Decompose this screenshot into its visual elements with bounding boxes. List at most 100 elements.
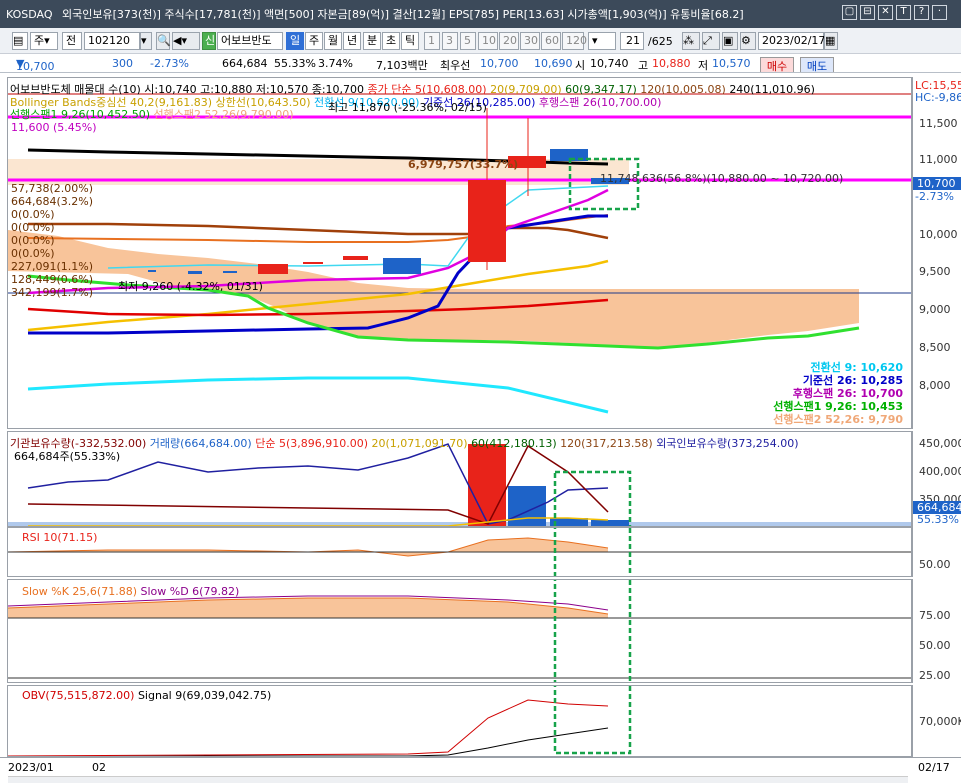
low-label: 저 (698, 59, 709, 72)
candle (223, 271, 237, 273)
rsi-scale[interactable]: 50.00 (912, 527, 961, 577)
quote-line: 10,700 ▼ 300 -2.73% 664,684 55.33% 3.74% … (0, 54, 961, 73)
period-minute[interactable]: 분 (363, 32, 381, 50)
chart-toolbar: ▤ 주▾ 전 102120 ▾ 🔍 ◀▾ 신 어보브반도 일 주 월 년 분 초… (0, 28, 961, 54)
text-icon[interactable]: T (896, 5, 911, 20)
volume-current-pct: 55.33% (917, 513, 959, 526)
buy-button[interactable]: 매수 (760, 57, 794, 72)
volume-pane[interactable]: 기관보유수량(-332,532.00) 거래량(664,684.00) 단순 5… (7, 431, 912, 527)
search-icon[interactable]: 🔍 (156, 32, 171, 50)
stock-code-input[interactable]: 102120 (84, 32, 140, 50)
close-icon[interactable]: ✕ (878, 5, 893, 20)
vp-label: 664,684(3.2%) (11, 195, 94, 208)
price-legend-3: 선행스팬1 9,26(10,452.50) 선행스팬2 52,26(9,790.… (10, 108, 294, 121)
candle (188, 271, 202, 274)
summary-base: 기준선 26: 10,285 (802, 374, 903, 387)
low-value: 10,570 (712, 57, 751, 70)
best-bid: 10,690 (534, 57, 573, 70)
period-day[interactable]: 일 (286, 32, 304, 50)
code-dropdown-icon[interactable]: ▾ (140, 32, 152, 50)
interval-1[interactable]: 1 (424, 32, 440, 50)
candle (258, 264, 288, 274)
y-tick: 25.00 (919, 669, 951, 682)
more-icon[interactable]: · (932, 5, 947, 20)
price-pane[interactable]: 어보브반도체 매물대 수(10) 시:10,740 고:10,880 저:10,… (7, 77, 912, 429)
obv-pane[interactable]: OBV(75,515,872.00) Signal 9(69,039,042.7… (7, 685, 912, 757)
interval-10[interactable]: 10 (478, 32, 498, 50)
volume-bar (468, 444, 506, 526)
market-label: KOSDAQ (6, 8, 53, 21)
save-icon[interactable]: ▣ (722, 32, 738, 50)
y-tick: 9,500 (919, 265, 951, 278)
highlight-box (553, 686, 632, 755)
volume-scale[interactable]: 450,000 400,000 350,000 664,684 55.33% (912, 431, 961, 527)
credit-badge: 신 (202, 32, 216, 50)
volume-profile-current: 11,748,636(56.8%)(10,880.00 ~ 10,720.00) (600, 172, 844, 185)
stochastic-pane[interactable]: Slow %K 25,6(71.88) Slow %D 6(79.82) (7, 579, 912, 683)
vp-label: 0(0.0%) (11, 247, 55, 260)
date-input[interactable]: 2023/02/17 (758, 32, 825, 50)
volume-bar (591, 520, 629, 526)
gear-icon[interactable]: ⚙ (740, 32, 756, 50)
date-start: 2023/01 (8, 761, 54, 774)
summary-span2: 선행스팬2 52,26: 9,790 (773, 413, 903, 426)
y-tick: 450,000 (919, 437, 961, 450)
period-month[interactable]: 월 (324, 32, 342, 50)
summary-conversion: 전환선 9: 10,620 (810, 361, 903, 374)
count-input[interactable]: 21 (620, 32, 644, 50)
minimize-icon[interactable]: ⊟ (860, 5, 875, 20)
stock-name-field[interactable]: 어보브반도 (217, 32, 283, 50)
title-bar: KOSDAQ 외국인보유[373(천)] 주식수[17,781(천)] 액면[5… (0, 0, 961, 28)
candle (468, 180, 506, 262)
vp-label: 342,199(1.7%) (11, 286, 94, 299)
high-value: 10,880 (652, 57, 691, 70)
sell-button[interactable]: 매도 (800, 57, 834, 72)
y-tick: 50.00 (919, 639, 951, 652)
scrollbar[interactable] (8, 776, 908, 783)
speaker-icon[interactable]: ◀▾ (172, 32, 200, 50)
stochastic-scale[interactable]: 75.00 50.00 25.00 (912, 579, 961, 683)
price-scale[interactable]: LC:15,55 HC:-9,86 11,500 11,000 10,700 -… (912, 77, 961, 429)
period-week[interactable]: 주 (305, 32, 323, 50)
rsi-pane[interactable]: RSI 10(71.15) (7, 527, 912, 577)
date-mid: 02 (92, 761, 106, 774)
period-tick[interactable]: 틱 (401, 32, 419, 50)
interval-20[interactable]: 20 (499, 32, 519, 50)
interval-custom-select[interactable]: ▾ (588, 32, 616, 50)
help-icon[interactable]: ? (914, 5, 929, 20)
rsi-area (8, 538, 608, 556)
range-button[interactable]: 전 (62, 32, 82, 50)
interval-120[interactable]: 120 (562, 32, 587, 50)
vp-label: 0(0.0%) (11, 221, 55, 234)
period-second[interactable]: 초 (382, 32, 400, 50)
obv-legend: OBV(75,515,872.00) Signal 9(69,039,042.7… (22, 689, 272, 702)
restore-icon[interactable]: ▢ (842, 5, 857, 20)
menu-icon[interactable]: ▤ (12, 32, 28, 50)
crosshair-icon[interactable]: ⁂ (682, 32, 700, 50)
date-end: 02/17 (918, 761, 950, 774)
period-mode-select[interactable]: 주▾ (30, 32, 58, 50)
interval-60[interactable]: 60 (541, 32, 561, 50)
period-year[interactable]: 년 (343, 32, 361, 50)
interval-5[interactable]: 5 (460, 32, 476, 50)
obv-scale[interactable]: 70,000K (912, 685, 961, 757)
obv-line (8, 699, 609, 756)
zoom-icon[interactable]: ⤢ (702, 32, 720, 50)
calendar-icon[interactable]: ▦ (824, 32, 838, 50)
volume-profile-labels: 57,738(2.00%) 664,684(3.2%) 0(0.0%) 0(0.… (11, 182, 93, 299)
count-total: /625 (648, 35, 673, 48)
vp-label: 227,091(1.1%) (11, 260, 94, 273)
y-tick: 11,500 (919, 117, 958, 130)
obv-signal-line (107, 727, 609, 756)
current-price-tag: 10,700 (913, 177, 961, 190)
y-tick: 8,500 (919, 341, 951, 354)
y-tick: 8,000 (919, 379, 951, 392)
hc-label: HC:-9,86 (915, 91, 961, 104)
volume-profile-top: 6,979,757(33.7%) (408, 158, 519, 171)
candle (148, 270, 156, 272)
conversion-line (27, 376, 609, 414)
volume-legend: 기관보유수량(-332,532.00) 거래량(664,684.00) 단순 5… (10, 437, 799, 450)
trade-amount: 7,103백만 (376, 59, 428, 72)
interval-3[interactable]: 3 (442, 32, 458, 50)
interval-30[interactable]: 30 (520, 32, 540, 50)
